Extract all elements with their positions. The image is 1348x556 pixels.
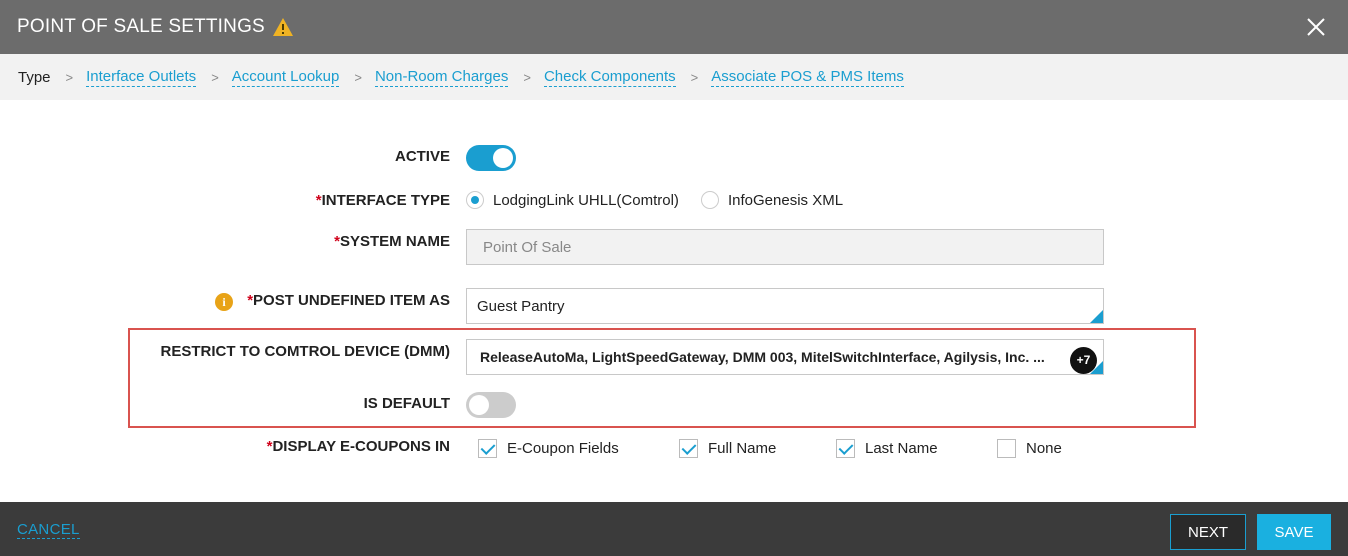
system-name-label-text: SYSTEM NAME [339, 233, 450, 250]
breadcrumb-account-lookup[interactable]: Account Lookup [231, 68, 340, 87]
display-ecoupons-label-text: DISPLAY E-COUPONS IN [272, 438, 450, 455]
breadcrumb-separator: > [354, 69, 362, 85]
toggle-knob [493, 148, 513, 168]
restrict-device-multiselect[interactable]: ReleaseAutoMa, LightSpeedGateway, DMM 00… [466, 339, 1104, 375]
radio-lodginglink[interactable]: LodgingLink UHLL(Comtrol) [466, 191, 679, 209]
breadcrumb-separator: > [523, 69, 531, 85]
dropdown-corner-icon [1090, 361, 1103, 374]
breadcrumb-separator: > [690, 69, 699, 85]
breadcrumb-interface-outlets[interactable]: Interface Outlets [86, 68, 197, 87]
save-button[interactable]: SAVE [1257, 514, 1331, 550]
checkbox-full-name[interactable]: Full Name [679, 439, 776, 458]
checkbox-last-name-label: Last Name [865, 440, 938, 457]
next-button[interactable]: NEXT [1170, 514, 1246, 550]
close-icon[interactable] [1304, 15, 1328, 39]
cancel-button[interactable]: CANCEL [17, 521, 80, 539]
radio-infogenesis[interactable]: InfoGenesis XML [701, 191, 843, 209]
post-undefined-dropdown[interactable]: Guest Pantry [466, 288, 1104, 324]
display-ecoupons-label: *DISPLAY E-COUPONS IN [267, 438, 450, 455]
post-undefined-label: *POST UNDEFINED ITEM AS [247, 292, 450, 309]
checkbox-none-label: None [1026, 440, 1062, 457]
breadcrumb-separator: > [211, 69, 219, 85]
restrict-device-label: RESTRICT TO COMTROL DEVICE (DMM) [160, 343, 450, 360]
checkbox-last-name[interactable]: Last Name [836, 439, 938, 458]
system-name-input[interactable]: Point Of Sale [466, 229, 1104, 265]
checkbox-checked-icon [679, 439, 698, 458]
interface-type-label: *INTERFACE TYPE [316, 192, 450, 209]
is-default-label: IS DEFAULT [363, 395, 450, 412]
toggle-knob [469, 395, 489, 415]
breadcrumb-non-room-charges[interactable]: Non-Room Charges [374, 68, 509, 87]
info-icon[interactable]: i [215, 293, 233, 311]
breadcrumb-check-components[interactable]: Check Components [543, 68, 676, 87]
restrict-device-value: ReleaseAutoMa, LightSpeedGateway, DMM 00… [480, 349, 1045, 365]
checkbox-ecoupon-fields-label: E-Coupon Fields [507, 440, 619, 457]
dialog-header: POINT OF SALE SETTINGS [0, 0, 1348, 54]
is-default-toggle[interactable] [466, 392, 516, 418]
checkbox-unchecked-icon [997, 439, 1016, 458]
post-undefined-label-text: POST UNDEFINED ITEM AS [253, 292, 450, 309]
system-name-placeholder: Point Of Sale [483, 238, 572, 256]
dropdown-corner-icon [1090, 310, 1103, 323]
interface-type-label-text: INTERFACE TYPE [321, 192, 450, 209]
breadcrumb-current: Type [18, 68, 51, 86]
post-undefined-value: Guest Pantry [477, 297, 565, 315]
active-label: ACTIVE [394, 148, 450, 165]
pos-settings-dialog: POINT OF SALE SETTINGS Type > Interface … [0, 0, 1348, 556]
active-toggle[interactable] [466, 145, 516, 171]
system-name-label: *SYSTEM NAME [334, 233, 450, 250]
checkbox-full-name-label: Full Name [708, 440, 777, 457]
warning-triangle-icon [272, 17, 294, 37]
breadcrumb-associate-pos-pms[interactable]: Associate POS & PMS Items [711, 68, 904, 87]
checkbox-none[interactable]: None [997, 439, 1062, 458]
checkbox-checked-icon [478, 439, 497, 458]
dialog-footer: CANCEL NEXT SAVE [0, 502, 1348, 556]
checkbox-ecoupon-fields[interactable]: E-Coupon Fields [478, 439, 619, 458]
dialog-title: POINT OF SALE SETTINGS [17, 16, 265, 37]
radio-infogenesis-label: InfoGenesis XML [728, 191, 844, 209]
radio-selected-icon [466, 191, 484, 209]
radio-lodginglink-label: LodgingLink UHLL(Comtrol) [493, 191, 679, 209]
breadcrumb: Type > Interface Outlets > Account Looku… [0, 54, 1348, 100]
radio-unselected-icon [701, 191, 719, 209]
breadcrumb-separator: > [65, 69, 74, 85]
checkbox-checked-icon [836, 439, 855, 458]
